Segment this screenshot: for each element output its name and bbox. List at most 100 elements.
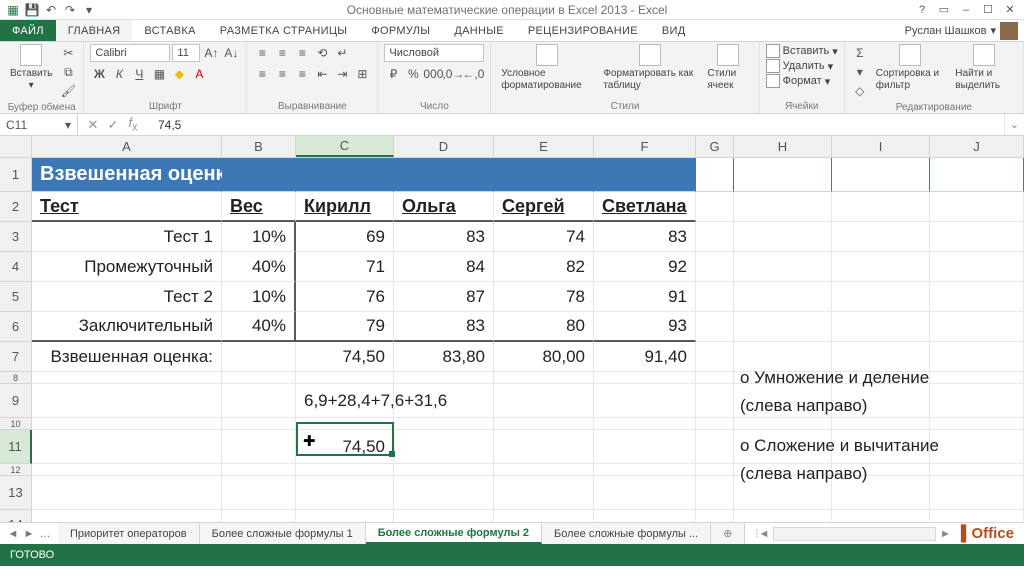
sheet-nav-next-icon[interactable]: ► [22, 528, 36, 540]
col-C[interactable]: C [296, 136, 394, 157]
format-as-table-button[interactable]: Форматировать как таблицу [599, 44, 700, 91]
format-cells-button[interactable]: Формат ▾ [766, 74, 838, 88]
wrap-text-icon[interactable]: ↵ [333, 44, 351, 62]
col-A[interactable]: A [32, 136, 222, 157]
cell-styles-button[interactable]: Стили ячеек [703, 44, 752, 91]
decrease-decimal-icon[interactable]: ←,0 [464, 65, 482, 83]
increase-indent-icon[interactable]: ⇥ [333, 65, 351, 83]
tab-data[interactable]: ДАННЫЕ [442, 20, 516, 41]
col-I[interactable]: I [832, 136, 930, 157]
formula-input[interactable]: 74,5 [148, 114, 1004, 135]
sort-filter-button[interactable]: Сортировка и фильтр [872, 44, 949, 91]
avatar [1000, 22, 1018, 40]
tab-file[interactable]: ФАЙЛ [0, 20, 56, 41]
border-icon[interactable]: ▦ [150, 65, 168, 83]
autosum-icon[interactable]: Σ [851, 44, 869, 62]
number-format-select[interactable]: Числовой [384, 44, 484, 62]
tab-review[interactable]: РЕЦЕНЗИРОВАНИЕ [516, 20, 650, 41]
orientation-icon[interactable]: ⟲ [313, 44, 331, 62]
cell-E2[interactable]: Сергей [494, 192, 594, 222]
col-B[interactable]: B [222, 136, 296, 157]
align-right-icon[interactable]: ≡ [293, 65, 311, 83]
user-account[interactable]: Руслан Шашков ▾ [905, 20, 1024, 41]
tab-formulas[interactable]: ФОРМУЛЫ [359, 20, 442, 41]
redo-icon[interactable]: ↷ [61, 1, 79, 19]
sheet-tab-4[interactable]: Более сложные формулы ... [542, 523, 711, 544]
col-H[interactable]: H [734, 136, 832, 157]
undo-icon[interactable]: ↶ [42, 1, 60, 19]
tab-home[interactable]: ГЛАВНАЯ [56, 20, 133, 41]
expand-formula-bar-icon[interactable]: ⌄ [1004, 114, 1024, 135]
align-middle-icon[interactable]: ≡ [273, 44, 291, 62]
percent-icon[interactable]: % [404, 65, 422, 83]
find-select-button[interactable]: Найти и выделить [951, 44, 1017, 91]
sheet-tab-3[interactable]: Более сложные формулы 2 [366, 523, 542, 544]
cell-C2[interactable]: Кирилл [296, 192, 394, 222]
col-J[interactable]: J [930, 136, 1024, 157]
align-top-icon[interactable]: ≡ [253, 44, 271, 62]
ribbon-options-icon[interactable]: ▭ [934, 1, 954, 19]
enter-formula-icon[interactable]: ✓ [106, 117, 120, 133]
conditional-formatting-button[interactable]: Условное форматирование [497, 44, 596, 91]
delete-cells-button[interactable]: Удалить ▾ [766, 59, 838, 73]
minimize-icon[interactable]: – [956, 1, 976, 19]
italic-button[interactable]: К [110, 65, 128, 83]
cell-C11[interactable]: 74,50 [296, 430, 394, 464]
cell-C9[interactable]: 6,9+28,4+7,6+31,6 [296, 384, 394, 418]
cell-B2[interactable]: Вес [222, 192, 296, 222]
scroll-right-icon[interactable]: ► [940, 528, 951, 540]
font-color-icon[interactable]: A [190, 65, 208, 83]
fill-icon[interactable]: ▾ [851, 63, 869, 81]
align-center-icon[interactable]: ≡ [273, 65, 291, 83]
name-box[interactable]: C11▾ [0, 114, 78, 135]
fill-color-icon[interactable]: ◆ [170, 65, 188, 83]
tab-insert[interactable]: ВСТАВКА [132, 20, 207, 41]
insert-cells-button[interactable]: Вставить ▾ [766, 44, 838, 58]
currency-icon[interactable]: ₽ [384, 65, 402, 83]
col-F[interactable]: F [594, 136, 696, 157]
comma-icon[interactable]: 000 [424, 65, 442, 83]
horizontal-scrollbar[interactable] [773, 527, 936, 541]
align-left-icon[interactable]: ≡ [253, 65, 271, 83]
sheet-nav-more-icon[interactable]: … [38, 528, 52, 540]
grow-font-icon[interactable]: A↑ [202, 44, 220, 62]
clear-icon[interactable]: ◇ [851, 82, 869, 100]
underline-button[interactable]: Ч [130, 65, 148, 83]
decrease-indent-icon[interactable]: ⇤ [313, 65, 331, 83]
tab-view[interactable]: ВИД [650, 20, 698, 41]
copy-icon[interactable]: ⧉ [59, 63, 77, 81]
bold-button[interactable]: Ж [90, 65, 108, 83]
col-D[interactable]: D [394, 136, 494, 157]
cell-A2[interactable]: Тест [32, 192, 222, 222]
cell-A1[interactable]: Взвешенная оценка [32, 158, 222, 192]
worksheet-grid[interactable]: A B C D E F G H I J 1 Взвешенная оценка … [0, 136, 1024, 522]
format-painter-icon[interactable]: 🖌 [59, 82, 77, 100]
help-icon[interactable]: ? [912, 1, 932, 19]
merge-icon[interactable]: ⊞ [353, 65, 371, 83]
font-name-select[interactable]: Calibri [90, 44, 170, 62]
fx-icon[interactable]: fx [126, 115, 140, 134]
note-line-1a: o Умножение и деление [740, 368, 929, 388]
sheet-tab-2[interactable]: Более сложные формулы 1 [200, 523, 366, 544]
cut-icon[interactable]: ✂ [59, 44, 77, 62]
font-size-select[interactable]: 11 [172, 44, 200, 62]
qat-customize-icon[interactable]: ▾ [80, 1, 98, 19]
select-all-corner[interactable] [0, 136, 32, 158]
align-bottom-icon[interactable]: ≡ [293, 44, 311, 62]
scroll-left-icon[interactable]: ◄ [758, 528, 769, 540]
cancel-formula-icon[interactable]: ✕ [86, 117, 100, 133]
maximize-icon[interactable]: ☐ [978, 1, 998, 19]
increase-decimal-icon[interactable]: ,0→ [444, 65, 462, 83]
paste-button[interactable]: Вставить▾ [6, 44, 56, 91]
shrink-font-icon[interactable]: A↓ [222, 44, 240, 62]
tab-page-layout[interactable]: РАЗМЕТКА СТРАНИЦЫ [208, 20, 360, 41]
new-sheet-button[interactable]: ⊕ [711, 523, 745, 544]
cell-D2[interactable]: Ольга [394, 192, 494, 222]
close-icon[interactable]: ✕ [1000, 1, 1020, 19]
cell-F2[interactable]: Светлана [594, 192, 696, 222]
sheet-tab-1[interactable]: Приоритет операторов [58, 523, 200, 544]
sheet-nav-prev-icon[interactable]: ◄ [6, 528, 20, 540]
save-icon[interactable]: 💾 [23, 1, 41, 19]
col-G[interactable]: G [696, 136, 734, 157]
col-E[interactable]: E [494, 136, 594, 157]
